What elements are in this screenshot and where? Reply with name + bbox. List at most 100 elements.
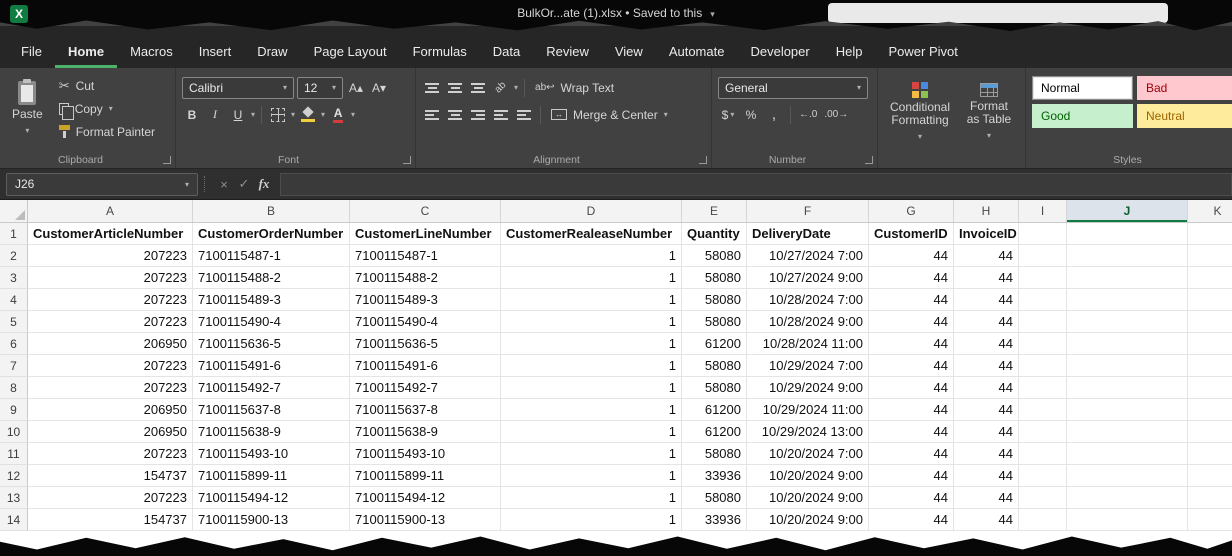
cell-E4[interactable]: 58080 <box>682 289 747 311</box>
cell-A8[interactable]: 207223 <box>28 377 193 399</box>
autosave-chevron-icon[interactable]: ▾ <box>710 9 715 19</box>
increase-font-size-button[interactable]: A▴ <box>346 77 366 99</box>
cell-F1[interactable]: DeliveryDate <box>747 223 869 245</box>
ribbon-tab-review[interactable]: Review <box>533 35 602 68</box>
select-all-button[interactable] <box>0 200 28 222</box>
cell-I11[interactable] <box>1019 443 1067 465</box>
name-box[interactable]: J26 ▾ <box>6 173 198 196</box>
cell-G4[interactable]: 44 <box>869 289 954 311</box>
cell-B9[interactable]: 7100115637-8 <box>193 399 350 421</box>
cell-G2[interactable]: 44 <box>869 245 954 267</box>
cell-B13[interactable]: 7100115494-12 <box>193 487 350 509</box>
cell-F4[interactable]: 10/28/2024 7:00 <box>747 289 869 311</box>
row-header-4[interactable]: 4 <box>0 289 28 311</box>
row-header-13[interactable]: 13 <box>0 487 28 509</box>
cell-B1[interactable]: CustomerOrderNumber <box>193 223 350 245</box>
decrease-indent-button[interactable] <box>491 104 511 126</box>
cell-B12[interactable]: 7100115899-11 <box>193 465 350 487</box>
column-header-b[interactable]: B <box>193 200 350 222</box>
cell-C1[interactable]: CustomerLineNumber <box>350 223 501 245</box>
ribbon-tab-data[interactable]: Data <box>480 35 533 68</box>
cell-A11[interactable]: 207223 <box>28 443 193 465</box>
cell-G11[interactable]: 44 <box>869 443 954 465</box>
cell-F14[interactable]: 10/20/2024 9:00 <box>747 509 869 531</box>
cell-K13[interactable] <box>1188 487 1232 509</box>
top-align-button[interactable] <box>422 77 442 99</box>
font-dialog-launcher-icon[interactable] <box>403 156 411 164</box>
cell-C3[interactable]: 7100115488-2 <box>350 267 501 289</box>
font-size-select[interactable]: 12▾ <box>297 77 343 99</box>
ribbon-tab-home[interactable]: Home <box>55 35 117 68</box>
cell-I7[interactable] <box>1019 355 1067 377</box>
cell-H9[interactable]: 44 <box>954 399 1019 421</box>
cell-C10[interactable]: 7100115638-9 <box>350 421 501 443</box>
cell-J4[interactable] <box>1067 289 1188 311</box>
cell-J7[interactable] <box>1067 355 1188 377</box>
enter-icon[interactable]: ✓ <box>234 176 254 192</box>
cell-E5[interactable]: 58080 <box>682 311 747 333</box>
paste-button[interactable]: Paste ▾ <box>6 74 49 143</box>
ribbon-tab-formulas[interactable]: Formulas <box>400 35 480 68</box>
cell-G7[interactable]: 44 <box>869 355 954 377</box>
cell-D10[interactable]: 1 <box>501 421 682 443</box>
cell-A9[interactable]: 206950 <box>28 399 193 421</box>
percent-style-button[interactable]: % <box>741 104 761 126</box>
cell-K5[interactable] <box>1188 311 1232 333</box>
row-header-10[interactable]: 10 <box>0 421 28 443</box>
cell-I13[interactable] <box>1019 487 1067 509</box>
ribbon-tab-macros[interactable]: Macros <box>117 35 186 68</box>
format-as-table-button[interactable]: Format as Table ▾ <box>958 74 1020 150</box>
cell-H10[interactable]: 44 <box>954 421 1019 443</box>
cell-A2[interactable]: 207223 <box>28 245 193 267</box>
italic-button[interactable]: I <box>205 104 225 126</box>
cell-I1[interactable] <box>1019 223 1067 245</box>
cell-K10[interactable] <box>1188 421 1232 443</box>
cell-G6[interactable]: 44 <box>869 333 954 355</box>
cut-button[interactable]: ✂Cut <box>55 74 159 97</box>
increase-decimal-button[interactable]: ←.0 <box>797 104 819 126</box>
fill-color-button[interactable] <box>298 104 318 126</box>
cell-E11[interactable]: 58080 <box>682 443 747 465</box>
increase-indent-button[interactable] <box>514 104 534 126</box>
row-header-12[interactable]: 12 <box>0 465 28 487</box>
cell-B7[interactable]: 7100115491-6 <box>193 355 350 377</box>
cell-J6[interactable] <box>1067 333 1188 355</box>
cell-I8[interactable] <box>1019 377 1067 399</box>
column-header-g[interactable]: G <box>869 200 954 222</box>
cell-E14[interactable]: 33936 <box>682 509 747 531</box>
column-header-a[interactable]: A <box>28 200 193 222</box>
cell-J8[interactable] <box>1067 377 1188 399</box>
cell-J1[interactable] <box>1067 223 1188 245</box>
font-color-button[interactable]: A <box>328 104 348 126</box>
cell-C13[interactable]: 7100115494-12 <box>350 487 501 509</box>
merge-center-button[interactable]: ↔Merge & Center▾ <box>547 103 672 126</box>
cell-D8[interactable]: 1 <box>501 377 682 399</box>
cell-E7[interactable]: 58080 <box>682 355 747 377</box>
ribbon-tab-view[interactable]: View <box>602 35 656 68</box>
cell-K6[interactable] <box>1188 333 1232 355</box>
cell-E1[interactable]: Quantity <box>682 223 747 245</box>
number-dialog-launcher-icon[interactable] <box>865 156 873 164</box>
cell-H6[interactable]: 44 <box>954 333 1019 355</box>
cell-D11[interactable]: 1 <box>501 443 682 465</box>
cell-G13[interactable]: 44 <box>869 487 954 509</box>
cell-C5[interactable]: 7100115490-4 <box>350 311 501 333</box>
cell-E6[interactable]: 61200 <box>682 333 747 355</box>
cell-style-good[interactable]: Good <box>1032 104 1133 128</box>
cell-D12[interactable]: 1 <box>501 465 682 487</box>
align-left-button[interactable] <box>422 104 442 126</box>
cell-I3[interactable] <box>1019 267 1067 289</box>
alignment-dialog-launcher-icon[interactable] <box>699 156 707 164</box>
clipboard-dialog-launcher-icon[interactable] <box>163 156 171 164</box>
cell-K14[interactable] <box>1188 509 1232 531</box>
cell-F11[interactable]: 10/20/2024 7:00 <box>747 443 869 465</box>
align-center-button[interactable] <box>445 104 465 126</box>
cell-D14[interactable]: 1 <box>501 509 682 531</box>
cell-E9[interactable]: 61200 <box>682 399 747 421</box>
cell-C2[interactable]: 7100115487-1 <box>350 245 501 267</box>
cell-J11[interactable] <box>1067 443 1188 465</box>
accounting-format-button[interactable]: $▾ <box>718 104 738 126</box>
cell-J3[interactable] <box>1067 267 1188 289</box>
cell-A7[interactable]: 207223 <box>28 355 193 377</box>
cell-C11[interactable]: 7100115493-10 <box>350 443 501 465</box>
